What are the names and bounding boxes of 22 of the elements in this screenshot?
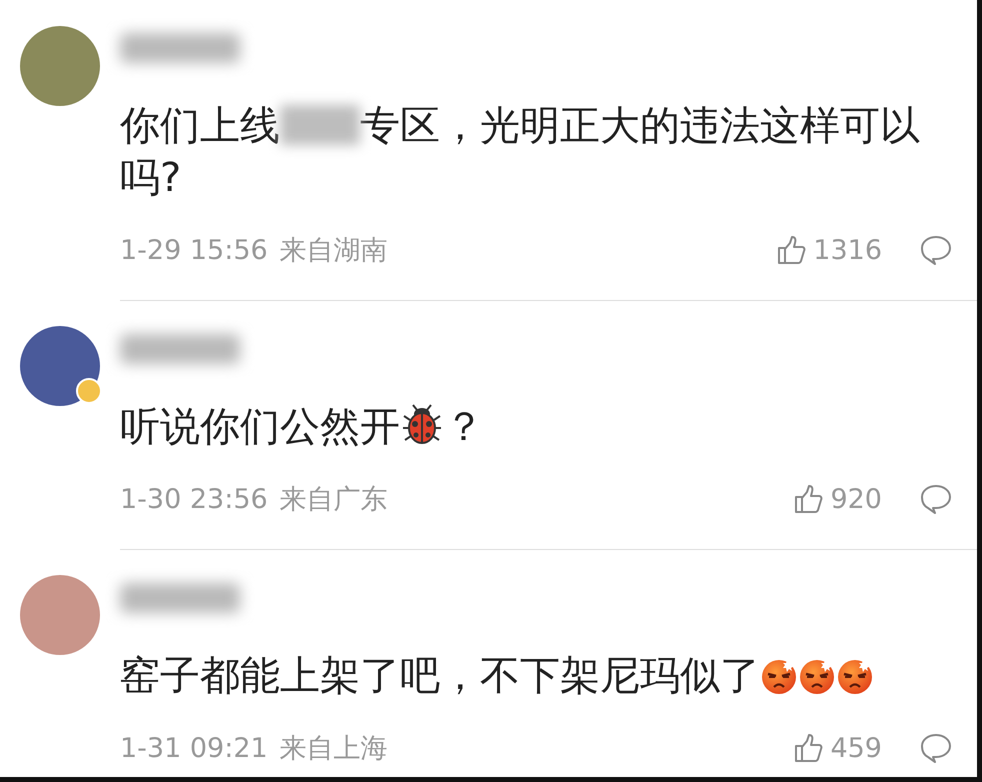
- comment-location: 来自湖南: [280, 234, 388, 268]
- angry-face-icon: [798, 657, 836, 695]
- thumbs-up-icon[interactable]: [794, 484, 824, 514]
- ladybug-icon: [400, 402, 444, 446]
- comment-icon[interactable]: [920, 235, 952, 265]
- comment-icon[interactable]: [920, 733, 952, 763]
- thumbs-up-icon[interactable]: [794, 733, 824, 763]
- like-count: 920: [830, 484, 882, 514]
- comment-time: 1-29 15:56: [120, 234, 268, 266]
- comment-location: 来自广东: [280, 483, 388, 517]
- like-count: 1316: [813, 234, 882, 266]
- comment-location: 来自上海: [280, 732, 388, 766]
- comment-icon[interactable]: [920, 484, 952, 514]
- like-count: 459: [830, 732, 882, 764]
- comment-time: 1-31 09:21: [120, 732, 268, 764]
- comment-time: 1-30 23:56: [120, 484, 268, 514]
- comment-text: 窑子都能上架了吧，不下架尼玛似了: [120, 650, 950, 702]
- comment-text: 听说你们公然开 ？: [120, 401, 485, 452]
- angry-face-icon: [760, 657, 798, 695]
- comment-text: 你们上线 专区，光明正大的违法这样可以吗?: [120, 102, 921, 203]
- angry-face-icon: [836, 657, 874, 695]
- thumbs-up-icon[interactable]: [777, 235, 808, 265]
